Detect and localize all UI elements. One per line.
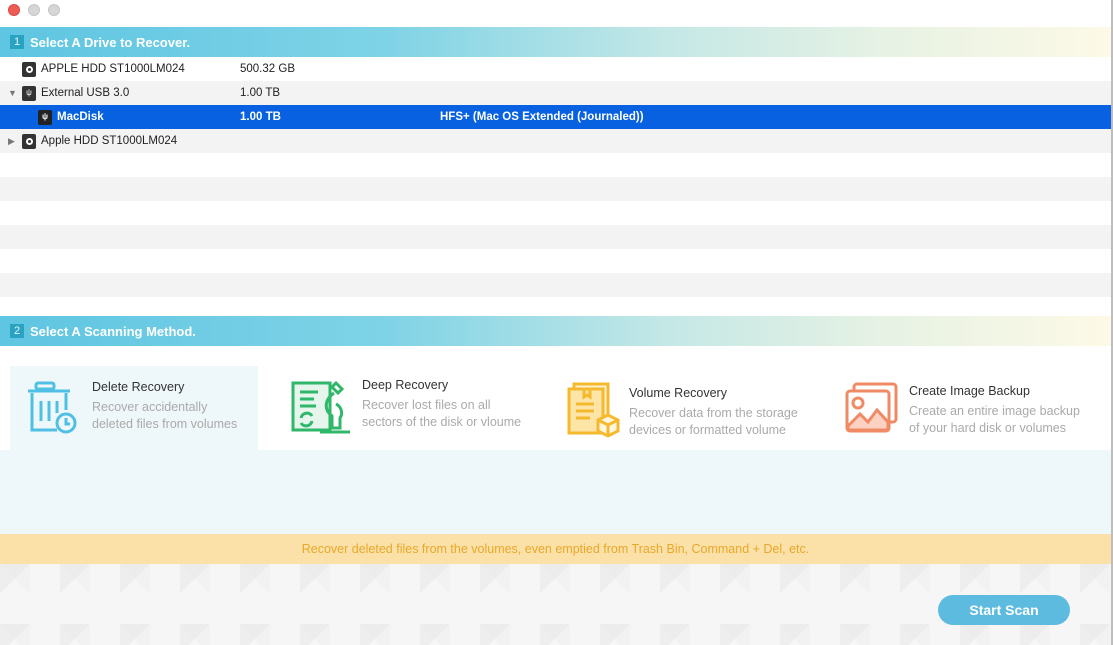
method-description-line: devices or formatted volume	[629, 423, 787, 437]
volume-size: 1.00 TB	[240, 111, 281, 123]
method-description-line: Create an entire image backup	[909, 404, 1080, 418]
method-description-line: of your hard disk or volumes	[909, 421, 1067, 435]
section-header-select-drive: 1 Select A Drive to Recover.	[0, 27, 1111, 57]
method-text: Volume Recovery Recover data from the st…	[629, 386, 798, 439]
empty-row	[0, 153, 1111, 177]
volume-name: MacDisk	[57, 111, 104, 123]
empty-row	[0, 249, 1111, 273]
disclosure-expanded-icon[interactable]: ▼	[8, 88, 18, 98]
section-header-scanning-method: 2 Select A Scanning Method.	[0, 316, 1111, 346]
disclosure-collapsed-icon[interactable]: ▶	[8, 136, 18, 147]
volume-filesystem: HFS+ (Mac OS Extended (Journaled))	[440, 111, 644, 123]
step-number-badge: 1	[10, 35, 24, 49]
method-description-line: Recover accidentally	[92, 400, 208, 414]
drive-name: APPLE HDD ST1000LM024	[41, 63, 185, 75]
empty-row	[0, 177, 1111, 201]
method-title: Deep Recovery	[362, 378, 449, 392]
start-scan-button[interactable]: Start Scan	[938, 595, 1070, 625]
method-volume-recovery[interactable]: Volume Recovery Recover data from the st…	[560, 366, 820, 450]
drive-name: External USB 3.0	[41, 87, 130, 99]
method-delete-recovery[interactable]: Delete Recovery Recover accidentally del…	[10, 366, 258, 450]
empty-row	[0, 201, 1111, 225]
close-window-button[interactable]	[8, 4, 20, 16]
method-text: Delete Recovery Recover accidentally del…	[92, 380, 237, 433]
minimize-window-button[interactable]	[28, 4, 40, 16]
method-title: Delete Recovery	[92, 380, 185, 394]
section-title: Select A Drive to Recover.	[30, 34, 191, 50]
trash-clock-icon	[28, 381, 77, 434]
drive-size: 500.32 GB	[240, 63, 295, 75]
empty-row	[0, 273, 1111, 297]
method-description-line: Recover lost files on all	[362, 398, 491, 412]
document-microscope-icon	[291, 380, 350, 434]
method-text: Create Image Backup Create an entire ima…	[909, 384, 1080, 437]
maximize-window-button[interactable]	[48, 4, 60, 16]
drive-row-external-usb[interactable]: ▼ ψ External USB 3.0 1.00 TB	[0, 81, 1111, 105]
empty-row	[0, 225, 1111, 249]
method-title: Create Image Backup	[909, 384, 1030, 398]
drive-name: Apple HDD ST1000LM024	[41, 135, 178, 147]
scanning-methods-panel: Delete Recovery Recover accidentally del…	[0, 346, 1111, 534]
empty-row	[0, 297, 1111, 316]
volume-icon: ψ	[38, 109, 52, 125]
image-stack-icon	[845, 382, 898, 433]
hdd-icon	[22, 61, 36, 77]
method-title: Volume Recovery	[629, 386, 727, 400]
method-tip-bar: Recover deleted files from the volumes, …	[0, 534, 1111, 564]
method-description-line: deleted files from volumes	[92, 417, 238, 431]
section-title: Select A Scanning Method.	[30, 323, 196, 339]
method-description-line: sectors of the disk or vloume	[362, 415, 522, 429]
volume-row-macdisk[interactable]: ψ MacDisk 1.00 TB HFS+ (Mac OS Extended …	[0, 105, 1111, 129]
method-tip-text: Recover deleted files from the volumes, …	[301, 542, 810, 556]
hdd-icon	[22, 133, 36, 149]
drive-row-apple-hdd-2[interactable]: ▶ Apple HDD ST1000LM024	[0, 129, 1111, 153]
drive-size: 1.00 TB	[240, 87, 281, 99]
method-description-line: Recover data from the storage	[629, 406, 798, 420]
method-create-image-backup[interactable]: Create Image Backup Create an entire ima…	[838, 366, 1108, 450]
drive-list: APPLE HDD ST1000LM024 500.32 GB ▼ ψ Exte…	[0, 57, 1111, 316]
method-deep-recovery[interactable]: Deep Recovery Recover lost files on all …	[280, 366, 540, 450]
drive-row-apple-hdd[interactable]: APPLE HDD ST1000LM024 500.32 GB	[0, 57, 1111, 81]
folder-box-icon	[567, 382, 620, 438]
method-text: Deep Recovery Recover lost files on all …	[362, 378, 521, 431]
title-bar	[0, 0, 1113, 27]
usb-drive-icon: ψ	[22, 85, 36, 101]
step-number-badge: 2	[10, 324, 24, 338]
